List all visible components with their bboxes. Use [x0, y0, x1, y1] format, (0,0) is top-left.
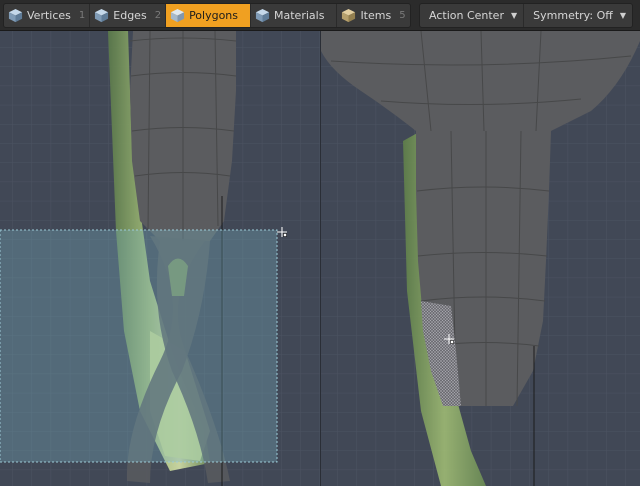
mode-materials-button[interactable]: Materials: [250, 4, 336, 27]
mode-items-label: Items: [360, 9, 392, 22]
selection-rectangle: [0, 229, 278, 463]
mode-vertices-key: 1: [78, 10, 86, 21]
mode-materials-label: Materials: [274, 9, 325, 22]
mode-vertices-button[interactable]: Vertices 1: [4, 4, 89, 27]
chevron-down-icon: ▼: [510, 11, 518, 20]
polygons-cube-icon: [171, 8, 185, 23]
symmetry-label: Symmetry: Off: [533, 9, 613, 22]
edges-cube-icon: [95, 8, 109, 23]
action-center-dropdown[interactable]: Action Center ▼: [420, 4, 523, 27]
top-toolbar: Vertices 1 Edges 2 Polygons Materials It…: [0, 0, 640, 31]
right-viewport-canvas: [321, 31, 640, 486]
symmetry-dropdown[interactable]: Symmetry: Off ▼: [523, 4, 632, 27]
mode-items-key: 5: [399, 10, 406, 21]
mode-edges-label: Edges: [113, 9, 147, 22]
materials-cube-icon: [255, 8, 270, 23]
selection-mode-group: Vertices 1 Edges 2 Polygons Materials It…: [3, 3, 411, 28]
left-viewport-canvas: [0, 31, 320, 486]
mode-vertices-label: Vertices: [27, 9, 71, 22]
viewport-options-group: Action Center ▼ Symmetry: Off ▼: [419, 3, 633, 28]
right-3d-viewport[interactable]: [321, 31, 640, 486]
chevron-down-icon: ▼: [619, 11, 626, 20]
vertices-cube-icon: [8, 8, 23, 23]
mode-items-button[interactable]: Items 5: [336, 4, 409, 27]
mode-edges-key: 2: [154, 10, 162, 21]
action-center-label: Action Center: [429, 9, 504, 22]
left-3d-viewport[interactable]: [0, 31, 320, 486]
mode-polygons-button[interactable]: Polygons: [165, 4, 251, 27]
mode-edges-button[interactable]: Edges 2: [89, 4, 165, 27]
items-cube-icon: [342, 8, 356, 23]
mode-polygons-label: Polygons: [189, 9, 239, 22]
